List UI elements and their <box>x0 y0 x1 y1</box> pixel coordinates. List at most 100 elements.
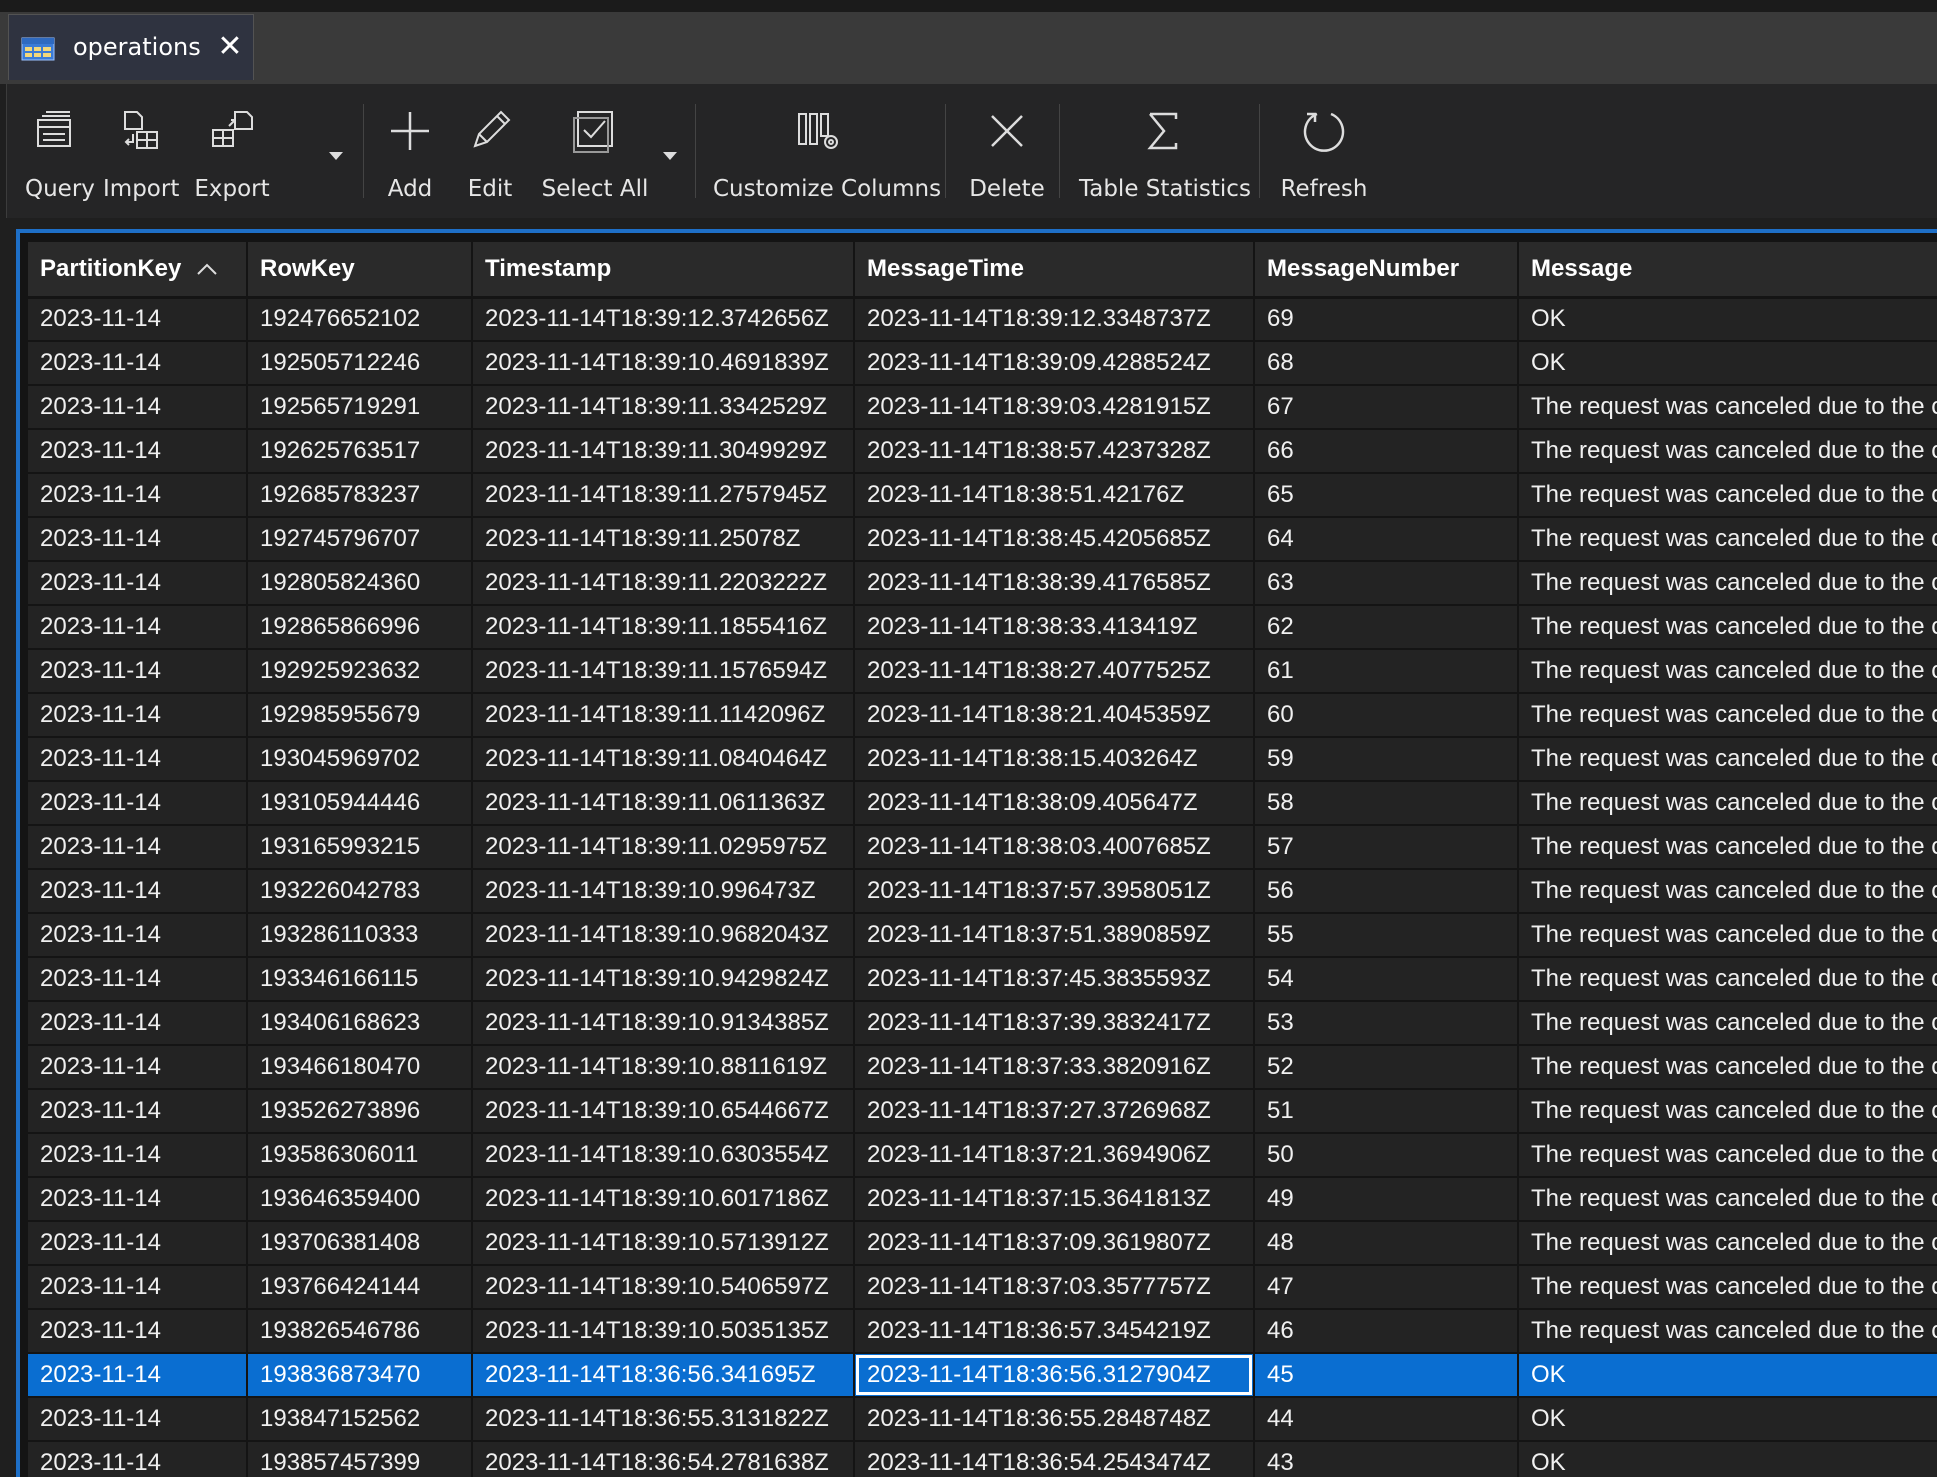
cell-partition-key[interactable]: 2023-11-14 <box>26 1440 248 1477</box>
cell-timestamp[interactable]: 2023-11-14T18:39:11.2203222Z <box>471 560 855 606</box>
table-row[interactable]: 2023-11-14 192685783237 2023-11-14T18:39:1… <box>26 472 1937 518</box>
cell-message[interactable]: The request was canceled due to the c <box>1517 824 1937 870</box>
cell-message-number[interactable]: 50 <box>1253 1132 1519 1178</box>
table-row[interactable]: 2023-11-14 193226042783 2023-11-14T18:39:1… <box>26 868 1937 914</box>
cell-partition-key[interactable]: 2023-11-14 <box>26 428 248 474</box>
table-row[interactable]: 2023-11-14 193406168623 2023-11-14T18:39:1… <box>26 1000 1937 1046</box>
table-row[interactable]: 2023-11-14 193826546786 2023-11-14T18:39:1… <box>26 1308 1937 1354</box>
cell-partition-key[interactable]: 2023-11-14 <box>26 516 248 562</box>
cell-partition-key[interactable]: 2023-11-14 <box>26 384 248 430</box>
cell-message[interactable]: The request was canceled due to the c <box>1517 912 1937 958</box>
table-row[interactable]: 2023-11-14 192925923632 2023-11-14T18:39:1… <box>26 648 1937 694</box>
cell-message-number[interactable]: 44 <box>1253 1396 1519 1442</box>
cell-message[interactable]: The request was canceled due to the c <box>1517 1000 1937 1046</box>
cell-message[interactable]: OK <box>1517 340 1937 386</box>
cell-partition-key[interactable]: 2023-11-14 <box>26 912 248 958</box>
cell-message-time[interactable]: 2023-11-14T18:37:09.3619807Z <box>853 1220 1255 1266</box>
table-row[interactable]: 2023-11-14 192476652102 2023-11-14T18:39:1… <box>26 296 1937 342</box>
cell-partition-key[interactable]: 2023-11-14 <box>26 1044 248 1090</box>
cell-message[interactable]: OK <box>1517 1352 1937 1398</box>
cell-timestamp[interactable]: 2023-11-14T18:39:10.9429824Z <box>471 956 855 1002</box>
cell-row-key[interactable]: 192805824360 <box>246 560 473 606</box>
cell-timestamp[interactable]: 2023-11-14T18:39:10.996473Z <box>471 868 855 914</box>
table-row[interactable]: 2023-11-14 193847152562 2023-11-14T18:36:5… <box>26 1396 1937 1442</box>
cell-message-number[interactable]: 60 <box>1253 692 1519 738</box>
cell-timestamp[interactable]: 2023-11-14T18:39:11.2757945Z <box>471 472 855 518</box>
cell-timestamp[interactable]: 2023-11-14T18:36:56.341695Z <box>471 1352 855 1398</box>
cell-partition-key[interactable]: 2023-11-14 <box>26 1352 248 1398</box>
cell-message[interactable]: The request was canceled due to the c <box>1517 736 1937 782</box>
cell-message-number[interactable]: 43 <box>1253 1440 1519 1477</box>
cell-timestamp[interactable]: 2023-11-14T18:39:11.0840464Z <box>471 736 855 782</box>
cell-message-number[interactable]: 49 <box>1253 1176 1519 1222</box>
table-row[interactable]: 2023-11-14 193766424144 2023-11-14T18:39:1… <box>26 1264 1937 1310</box>
cell-timestamp[interactable]: 2023-11-14T18:39:10.6303554Z <box>471 1132 855 1178</box>
cell-message[interactable]: The request was canceled due to the c <box>1517 692 1937 738</box>
cell-message-number[interactable]: 59 <box>1253 736 1519 782</box>
table-row[interactable]: 2023-11-14 193105944446 2023-11-14T18:39:1… <box>26 780 1937 826</box>
cell-partition-key[interactable]: 2023-11-14 <box>26 1132 248 1178</box>
table-row[interactable]: 2023-11-14 192985955679 2023-11-14T18:39:1… <box>26 692 1937 738</box>
cell-message-number[interactable]: 58 <box>1253 780 1519 826</box>
cell-message-number[interactable]: 45 <box>1253 1352 1519 1398</box>
cell-row-key[interactable]: 193826546786 <box>246 1308 473 1354</box>
cell-timestamp[interactable]: 2023-11-14T18:39:11.0295975Z <box>471 824 855 870</box>
cell-message-time[interactable]: 2023-11-14T18:37:57.3958051Z <box>853 868 1255 914</box>
customize-columns-button[interactable]: Customize Columns <box>713 104 941 204</box>
cell-message-time[interactable]: 2023-11-14T18:36:55.2848748Z <box>853 1396 1255 1442</box>
cell-message-number[interactable]: 53 <box>1253 1000 1519 1046</box>
cell-row-key[interactable]: 192476652102 <box>246 296 473 342</box>
cell-row-key[interactable]: 192685783237 <box>246 472 473 518</box>
cell-row-key[interactable]: 192565719291 <box>246 384 473 430</box>
cell-message-time[interactable]: 2023-11-14T18:38:09.405647Z <box>853 780 1255 826</box>
cell-message-time[interactable]: 2023-11-14T18:38:33.413419Z <box>853 604 1255 650</box>
cell-partition-key[interactable]: 2023-11-14 <box>26 604 248 650</box>
cell-timestamp[interactable]: 2023-11-14T18:39:10.8811619Z <box>471 1044 855 1090</box>
edit-button[interactable]: Edit <box>459 104 521 204</box>
cell-row-key[interactable]: 193286110333 <box>246 912 473 958</box>
cell-partition-key[interactable]: 2023-11-14 <box>26 736 248 782</box>
cell-message-number[interactable]: 69 <box>1253 296 1519 342</box>
cell-message-time[interactable]: 2023-11-14T18:39:12.3348737Z <box>853 296 1255 342</box>
cell-row-key[interactable]: 192925923632 <box>246 648 473 694</box>
cell-row-key[interactable]: 192865866996 <box>246 604 473 650</box>
cell-timestamp[interactable]: 2023-11-14T18:39:12.3742656Z <box>471 296 855 342</box>
cell-message-number[interactable]: 55 <box>1253 912 1519 958</box>
cell-message[interactable]: The request was canceled due to the c <box>1517 384 1937 430</box>
table-row[interactable]: 2023-11-14 192745796707 2023-11-14T18:39:1… <box>26 516 1937 562</box>
table-row[interactable]: 2023-11-14 192505712246 2023-11-14T18:39:1… <box>26 340 1937 386</box>
cell-message[interactable]: The request was canceled due to the c <box>1517 1308 1937 1354</box>
cell-row-key[interactable]: 193466180470 <box>246 1044 473 1090</box>
cell-row-key[interactable]: 193226042783 <box>246 868 473 914</box>
cell-message[interactable]: The request was canceled due to the c <box>1517 648 1937 694</box>
cell-message-time[interactable]: 2023-11-14T18:38:03.4007685Z <box>853 824 1255 870</box>
cell-timestamp[interactable]: 2023-11-14T18:39:10.4691839Z <box>471 340 855 386</box>
cell-row-key[interactable]: 193045969702 <box>246 736 473 782</box>
cell-timestamp[interactable]: 2023-11-14T18:39:10.5713912Z <box>471 1220 855 1266</box>
column-header-message[interactable]: Message <box>1517 240 1937 299</box>
cell-row-key[interactable]: 193165993215 <box>246 824 473 870</box>
table-row[interactable]: 2023-11-14 192865866996 2023-11-14T18:39:1… <box>26 604 1937 650</box>
cell-partition-key[interactable]: 2023-11-14 <box>26 1264 248 1310</box>
cell-partition-key[interactable]: 2023-11-14 <box>26 296 248 342</box>
cell-message[interactable]: OK <box>1517 1440 1937 1477</box>
cell-partition-key[interactable]: 2023-11-14 <box>26 472 248 518</box>
table-row[interactable]: 2023-11-14 193286110333 2023-11-14T18:39:1… <box>26 912 1937 958</box>
export-dropdown-icon[interactable] <box>325 146 347 166</box>
table-row[interactable]: 2023-11-14 192565719291 2023-11-14T18:39:1… <box>26 384 1937 430</box>
cell-partition-key[interactable]: 2023-11-14 <box>26 780 248 826</box>
cell-timestamp[interactable]: 2023-11-14T18:39:10.9134385Z <box>471 1000 855 1046</box>
cell-message[interactable]: OK <box>1517 296 1937 342</box>
cell-message-number[interactable]: 62 <box>1253 604 1519 650</box>
cell-message[interactable]: The request was canceled due to the c <box>1517 1176 1937 1222</box>
cell-message-number[interactable]: 64 <box>1253 516 1519 562</box>
cell-message[interactable]: The request was canceled due to the c <box>1517 1264 1937 1310</box>
cell-message-number[interactable]: 66 <box>1253 428 1519 474</box>
cell-message-time[interactable]: 2023-11-14T18:37:21.3694906Z <box>853 1132 1255 1178</box>
cell-message-time[interactable]: 2023-11-14T18:37:39.3832417Z <box>853 1000 1255 1046</box>
cell-message-time[interactable]: 2023-11-14T18:37:15.3641813Z <box>853 1176 1255 1222</box>
table-row[interactable]: 2023-11-14 193836873470 2023-11-14T18:36:5… <box>26 1352 1937 1398</box>
cell-message-time[interactable]: 2023-11-14T18:38:39.4176585Z <box>853 560 1255 606</box>
cell-partition-key[interactable]: 2023-11-14 <box>26 1176 248 1222</box>
cell-message-number[interactable]: 54 <box>1253 956 1519 1002</box>
